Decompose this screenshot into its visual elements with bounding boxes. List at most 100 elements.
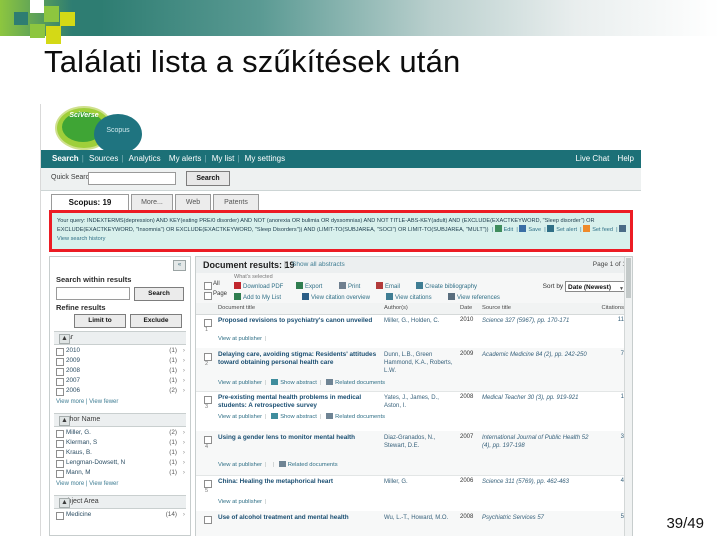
row-checkbox[interactable] — [204, 436, 212, 444]
facet-row-author-2[interactable]: Kraus, B. (1) › — [56, 449, 186, 458]
row-document-title[interactable]: Pre-existing mental health problems in m… — [218, 394, 378, 410]
tab-scopus[interactable]: Scopus: 19 — [51, 194, 129, 211]
email-button[interactable]: Email — [376, 282, 400, 290]
view-at-publisher-link[interactable]: View at publisher — [218, 414, 262, 420]
view-citation-overview-button[interactable]: View citation overview — [302, 293, 370, 301]
view-at-publisher-link[interactable]: View at publisher — [218, 499, 262, 505]
facet-checkbox[interactable] — [56, 430, 64, 438]
view-at-publisher-link[interactable]: View at publisher — [218, 336, 262, 342]
facet-row-author-4[interactable]: Mann, M (1) › — [56, 469, 186, 478]
show-abstract-link[interactable]: Show abstract — [280, 414, 317, 420]
facet-view-more-author[interactable]: View more | View fewer — [56, 481, 118, 487]
table-row[interactable]: 1 Proposed revisions to psychiatry's can… — [196, 314, 632, 349]
facet-sort-icon-author[interactable]: ▲ — [59, 416, 70, 426]
nav-item-my-alerts[interactable]: My alerts — [169, 154, 201, 163]
query-action-view-history[interactable]: View search history — [57, 236, 105, 242]
facet-header-subject-area[interactable]: Subject Area ▲ — [54, 495, 186, 509]
row-checkbox[interactable] — [204, 353, 212, 361]
facet-row-year-2[interactable]: 2008 (1) › — [56, 367, 186, 376]
row-authors[interactable]: Wu, L.-T., Howard, M.O. — [384, 514, 454, 522]
select-all-checkbox[interactable] — [204, 282, 212, 290]
row-authors[interactable]: Diaz-Granados, N., Stewart, D.E. — [384, 434, 454, 450]
search-within-results-button[interactable]: Search — [134, 287, 184, 301]
nav-item-live-chat[interactable]: Live Chat — [576, 154, 610, 163]
table-row[interactable]: 4 Using a gender lens to monitor mental … — [196, 431, 632, 476]
download-pdf-button[interactable]: Download PDF — [234, 282, 283, 290]
query-action-edit[interactable]: Edit — [504, 227, 514, 233]
search-within-results-input[interactable] — [56, 287, 130, 300]
facet-checkbox[interactable] — [56, 450, 64, 458]
facet-header-year[interactable]: Year ▲ — [54, 331, 186, 345]
row-document-title[interactable]: Proposed revisions to psychiatry's canon… — [218, 317, 378, 325]
table-row[interactable]: 3 Pre-existing mental health problems in… — [196, 391, 632, 432]
tab-patents[interactable]: Patents — [213, 194, 259, 211]
exclude-button[interactable]: Exclude — [130, 314, 182, 328]
row-authors[interactable]: Miller, G. — [384, 478, 454, 486]
row-authors[interactable]: Dunn, L.B., Green Hammond, K.A., Roberts… — [384, 351, 454, 375]
facet-checkbox[interactable] — [56, 470, 64, 478]
facet-row-year-4[interactable]: 2006 (2) › — [56, 387, 186, 396]
collapse-sidebar-icon[interactable]: « — [173, 260, 186, 271]
related-documents-link[interactable]: Related documents — [288, 462, 338, 468]
sort-by-select[interactable]: Date (Newest) ▼ — [565, 281, 627, 292]
table-row[interactable]: 2 Delaying care, avoiding stigma: Reside… — [196, 348, 632, 392]
row-checkbox[interactable] — [204, 516, 212, 524]
results-scrollbar[interactable] — [624, 257, 632, 536]
facet-view-more-year[interactable]: View more | View fewer — [56, 399, 118, 405]
facet-row-year-3[interactable]: 2007 (1) › — [56, 377, 186, 386]
show-abstract-link[interactable]: Show abstract — [280, 380, 317, 386]
facet-row-year-1[interactable]: 2009 (1) › — [56, 357, 186, 366]
row-authors[interactable]: Yates, J., James, D., Aston, I. — [384, 394, 454, 410]
facet-row-author-0[interactable]: Miller, G. (2) › — [56, 429, 186, 438]
export-button[interactable]: Export — [296, 282, 322, 290]
print-button[interactable]: Print — [339, 282, 360, 290]
query-action-set-alert[interactable]: Set alert — [556, 227, 577, 233]
facet-sort-icon-year[interactable]: ▲ — [59, 334, 70, 344]
row-document-title[interactable]: Use of alcohol treatment and mental heal… — [218, 514, 378, 522]
facet-row-author-1[interactable]: Klerman, S (1) › — [56, 439, 186, 448]
row-authors[interactable]: Miller, G., Holden, C. — [384, 317, 454, 325]
add-to-my-list-button[interactable]: Add to My List — [234, 293, 281, 301]
row-checkbox[interactable] — [204, 319, 212, 327]
view-at-publisher-link[interactable]: View at publisher — [218, 462, 262, 468]
row-document-title[interactable]: China: Healing the metaphorical heart — [218, 478, 378, 486]
limit-to-button[interactable]: Limit to — [74, 314, 126, 328]
table-row[interactable]: Use of alcohol treatment and mental heal… — [196, 511, 632, 536]
view-references-button[interactable]: View references — [448, 293, 500, 301]
facet-checkbox[interactable] — [56, 512, 64, 520]
facet-row-subject-0[interactable]: Medicine (14) › — [56, 511, 186, 520]
facet-row-year-0[interactable]: 2010 (1) › — [56, 347, 186, 356]
quick-search-input[interactable] — [88, 172, 176, 185]
row-document-title[interactable]: Using a gender lens to monitor mental he… — [218, 434, 378, 442]
show-all-abstracts-link[interactable]: Show all abstracts — [292, 261, 345, 268]
nav-item-analytics[interactable]: Analytics — [129, 154, 161, 163]
related-documents-link[interactable]: Related documents — [335, 414, 385, 420]
facet-row-author-3[interactable]: Lengman-Dowsett, N (1) › — [56, 459, 186, 468]
query-action-save[interactable]: Save — [528, 227, 541, 233]
tab-more[interactable]: More... — [131, 194, 173, 211]
row-checkbox[interactable] — [204, 480, 212, 488]
facet-checkbox[interactable] — [56, 388, 64, 396]
facet-checkbox[interactable] — [56, 368, 64, 376]
nav-item-search[interactable]: Search — [52, 154, 79, 163]
scopus-logo-badge[interactable]: Scopus — [94, 114, 142, 154]
related-documents-link[interactable]: Related documents — [335, 380, 385, 386]
select-page-checkbox[interactable] — [204, 292, 212, 300]
facet-sort-icon-subject[interactable]: ▲ — [59, 498, 70, 508]
nav-item-help[interactable]: Help — [618, 154, 634, 163]
facet-checkbox[interactable] — [56, 440, 64, 448]
row-checkbox[interactable] — [204, 396, 212, 404]
nav-item-my-settings[interactable]: My settings — [245, 154, 285, 163]
create-bibliography-button[interactable]: Create bibliography — [416, 282, 477, 290]
facet-checkbox[interactable] — [56, 378, 64, 386]
view-at-publisher-link[interactable]: View at publisher — [218, 380, 262, 386]
table-row[interactable]: 5 China: Healing the metaphorical heart … — [196, 475, 632, 512]
tab-web[interactable]: Web — [175, 194, 211, 211]
row-document-title[interactable]: Delaying care, avoiding stigma: Resident… — [218, 351, 378, 367]
facet-header-author-name[interactable]: Author Name ▲ — [54, 413, 186, 427]
facet-checkbox[interactable] — [56, 358, 64, 366]
scrollbar-thumb[interactable] — [626, 258, 631, 298]
nav-item-my-list[interactable]: My list — [212, 154, 235, 163]
view-citations-button[interactable]: View citations — [386, 293, 432, 301]
quick-search-button[interactable]: Search — [186, 171, 230, 186]
